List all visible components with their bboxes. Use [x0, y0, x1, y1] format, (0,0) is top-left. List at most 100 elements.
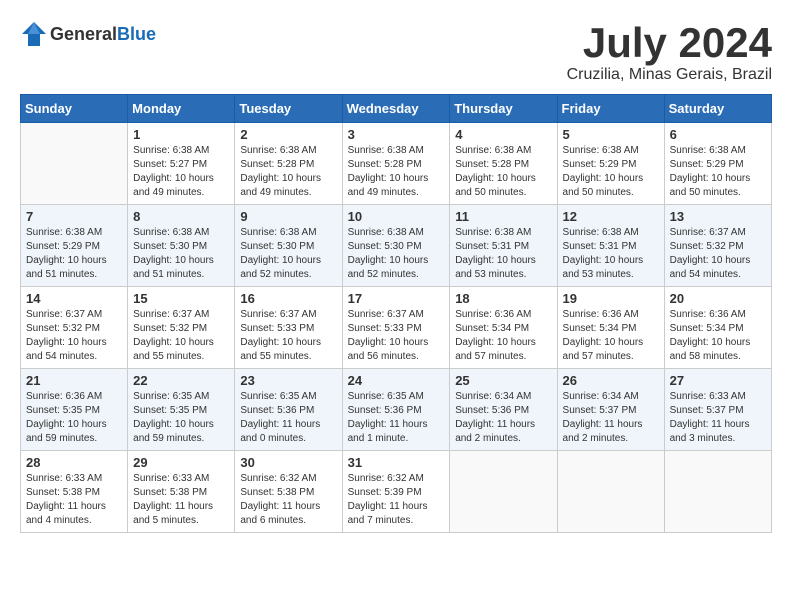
location-title: Cruzilia, Minas Gerais, Brazil — [567, 66, 772, 84]
cell-info: Sunrise: 6:37 AM Sunset: 5:32 PM Dayligh… — [26, 308, 122, 364]
day-number: 11 — [455, 209, 551, 224]
day-number: 27 — [670, 373, 766, 388]
month-title: July 2024 — [567, 20, 772, 66]
cell-info: Sunrise: 6:35 AM Sunset: 5:36 PM Dayligh… — [240, 390, 336, 446]
header-thursday: Thursday — [450, 95, 557, 123]
header-wednesday: Wednesday — [342, 95, 450, 123]
calendar-cell: 22 Sunrise: 6:35 AM Sunset: 5:35 PM Dayli… — [128, 369, 235, 451]
day-number: 21 — [26, 373, 122, 388]
day-number: 12 — [563, 209, 659, 224]
calendar-week-5: 28 Sunrise: 6:33 AM Sunset: 5:38 PM Dayli… — [21, 451, 772, 533]
calendar-cell: 13 Sunrise: 6:37 AM Sunset: 5:32 PM Dayli… — [664, 205, 771, 287]
calendar-cell: 19 Sunrise: 6:36 AM Sunset: 5:34 PM Dayli… — [557, 287, 664, 369]
cell-info: Sunrise: 6:36 AM Sunset: 5:35 PM Dayligh… — [26, 390, 122, 446]
day-number: 22 — [133, 373, 229, 388]
calendar-cell: 21 Sunrise: 6:36 AM Sunset: 5:35 PM Dayli… — [21, 369, 128, 451]
calendar-cell: 6 Sunrise: 6:38 AM Sunset: 5:29 PM Daylig… — [664, 123, 771, 205]
cell-info: Sunrise: 6:38 AM Sunset: 5:28 PM Dayligh… — [348, 144, 445, 200]
calendar-cell: 26 Sunrise: 6:34 AM Sunset: 5:37 PM Dayli… — [557, 369, 664, 451]
calendar-cell: 28 Sunrise: 6:33 AM Sunset: 5:38 PM Dayli… — [21, 451, 128, 533]
cell-info: Sunrise: 6:34 AM Sunset: 5:37 PM Dayligh… — [563, 390, 659, 446]
cell-info: Sunrise: 6:38 AM Sunset: 5:29 PM Dayligh… — [26, 226, 122, 282]
day-number: 25 — [455, 373, 551, 388]
day-number: 29 — [133, 455, 229, 470]
calendar-cell — [450, 451, 557, 533]
day-number: 5 — [563, 127, 659, 142]
day-number: 10 — [348, 209, 445, 224]
calendar-cell: 16 Sunrise: 6:37 AM Sunset: 5:33 PM Dayli… — [235, 287, 342, 369]
title-block: July 2024 Cruzilia, Minas Gerais, Brazil — [567, 20, 772, 84]
header-saturday: Saturday — [664, 95, 771, 123]
day-number: 6 — [670, 127, 766, 142]
calendar-cell: 7 Sunrise: 6:38 AM Sunset: 5:29 PM Daylig… — [21, 205, 128, 287]
calendar-cell: 8 Sunrise: 6:38 AM Sunset: 5:30 PM Daylig… — [128, 205, 235, 287]
day-number: 15 — [133, 291, 229, 306]
cell-info: Sunrise: 6:37 AM Sunset: 5:33 PM Dayligh… — [348, 308, 445, 364]
cell-info: Sunrise: 6:35 AM Sunset: 5:36 PM Dayligh… — [348, 390, 445, 446]
day-number: 18 — [455, 291, 551, 306]
calendar-cell: 24 Sunrise: 6:35 AM Sunset: 5:36 PM Dayli… — [342, 369, 450, 451]
cell-info: Sunrise: 6:36 AM Sunset: 5:34 PM Dayligh… — [455, 308, 551, 364]
calendar-cell: 3 Sunrise: 6:38 AM Sunset: 5:28 PM Daylig… — [342, 123, 450, 205]
day-number: 13 — [670, 209, 766, 224]
calendar-cell: 4 Sunrise: 6:38 AM Sunset: 5:28 PM Daylig… — [450, 123, 557, 205]
calendar-cell — [664, 451, 771, 533]
cell-info: Sunrise: 6:37 AM Sunset: 5:32 PM Dayligh… — [670, 226, 766, 282]
header-tuesday: Tuesday — [235, 95, 342, 123]
header-friday: Friday — [557, 95, 664, 123]
day-number: 23 — [240, 373, 336, 388]
cell-info: Sunrise: 6:38 AM Sunset: 5:28 PM Dayligh… — [455, 144, 551, 200]
day-number: 8 — [133, 209, 229, 224]
header-monday: Monday — [128, 95, 235, 123]
cell-info: Sunrise: 6:32 AM Sunset: 5:39 PM Dayligh… — [348, 472, 445, 528]
calendar-cell: 30 Sunrise: 6:32 AM Sunset: 5:38 PM Dayli… — [235, 451, 342, 533]
logo-icon — [20, 20, 48, 48]
calendar-cell: 9Sunrise: 6:38 AM Sunset: 5:30 PM Daylig… — [235, 205, 342, 287]
cell-info: Sunrise: 6:38 AM Sunset: 5:31 PM Dayligh… — [455, 226, 551, 282]
cell-info: Sunrise: 6:33 AM Sunset: 5:37 PM Dayligh… — [670, 390, 766, 446]
cell-info: Sunrise: 6:33 AM Sunset: 5:38 PM Dayligh… — [26, 472, 122, 528]
cell-info: Sunrise: 6:38 AM Sunset: 5:27 PM Dayligh… — [133, 144, 229, 200]
day-number: 16 — [240, 291, 336, 306]
calendar-cell: 17 Sunrise: 6:37 AM Sunset: 5:33 PM Dayli… — [342, 287, 450, 369]
calendar-cell: 15 Sunrise: 6:37 AM Sunset: 5:32 PM Dayli… — [128, 287, 235, 369]
calendar-cell: 23 Sunrise: 6:35 AM Sunset: 5:36 PM Dayli… — [235, 369, 342, 451]
cell-info: Sunrise: 6:38 AM Sunset: 5:28 PM Dayligh… — [240, 144, 336, 200]
calendar-cell: 25Sunrise: 6:34 AM Sunset: 5:36 PM Dayli… — [450, 369, 557, 451]
cell-info: Sunrise: 6:38 AM Sunset: 5:29 PM Dayligh… — [670, 144, 766, 200]
calendar-cell: 2Sunrise: 6:38 AM Sunset: 5:28 PM Daylig… — [235, 123, 342, 205]
cell-info: Sunrise: 6:36 AM Sunset: 5:34 PM Dayligh… — [563, 308, 659, 364]
cell-info: Sunrise: 6:38 AM Sunset: 5:30 PM Dayligh… — [348, 226, 445, 282]
calendar-cell: 18 Sunrise: 6:36 AM Sunset: 5:34 PM Dayli… — [450, 287, 557, 369]
calendar-cell: 1Sunrise: 6:38 AM Sunset: 5:27 PM Daylig… — [128, 123, 235, 205]
calendar-week-1: 1Sunrise: 6:38 AM Sunset: 5:27 PM Daylig… — [21, 123, 772, 205]
day-number: 17 — [348, 291, 445, 306]
day-number: 4 — [455, 127, 551, 142]
day-number: 14 — [26, 291, 122, 306]
page-header: GeneralBlue July 2024 Cruzilia, Minas Ge… — [20, 20, 772, 84]
day-number: 19 — [563, 291, 659, 306]
header-sunday: Sunday — [21, 95, 128, 123]
logo: GeneralBlue — [20, 20, 156, 48]
day-number: 26 — [563, 373, 659, 388]
calendar-week-3: 14 Sunrise: 6:37 AM Sunset: 5:32 PM Dayli… — [21, 287, 772, 369]
day-number: 30 — [240, 455, 336, 470]
cell-info: Sunrise: 6:37 AM Sunset: 5:33 PM Dayligh… — [240, 308, 336, 364]
calendar-cell: 5 Sunrise: 6:38 AM Sunset: 5:29 PM Daylig… — [557, 123, 664, 205]
cell-info: Sunrise: 6:38 AM Sunset: 5:30 PM Dayligh… — [133, 226, 229, 282]
day-number: 3 — [348, 127, 445, 142]
cell-info: Sunrise: 6:33 AM Sunset: 5:38 PM Dayligh… — [133, 472, 229, 528]
cell-info: Sunrise: 6:37 AM Sunset: 5:32 PM Dayligh… — [133, 308, 229, 364]
calendar-cell — [557, 451, 664, 533]
cell-info: Sunrise: 6:38 AM Sunset: 5:31 PM Dayligh… — [563, 226, 659, 282]
cell-info: Sunrise: 6:35 AM Sunset: 5:35 PM Dayligh… — [133, 390, 229, 446]
calendar-week-4: 21 Sunrise: 6:36 AM Sunset: 5:35 PM Dayli… — [21, 369, 772, 451]
calendar-cell: 12 Sunrise: 6:38 AM Sunset: 5:31 PM Dayli… — [557, 205, 664, 287]
day-number: 28 — [26, 455, 122, 470]
cell-info: Sunrise: 6:32 AM Sunset: 5:38 PM Dayligh… — [240, 472, 336, 528]
calendar-cell: 31Sunrise: 6:32 AM Sunset: 5:39 PM Dayli… — [342, 451, 450, 533]
logo-blue: Blue — [117, 24, 156, 44]
cell-info: Sunrise: 6:38 AM Sunset: 5:29 PM Dayligh… — [563, 144, 659, 200]
day-number: 24 — [348, 373, 445, 388]
day-number: 7 — [26, 209, 122, 224]
